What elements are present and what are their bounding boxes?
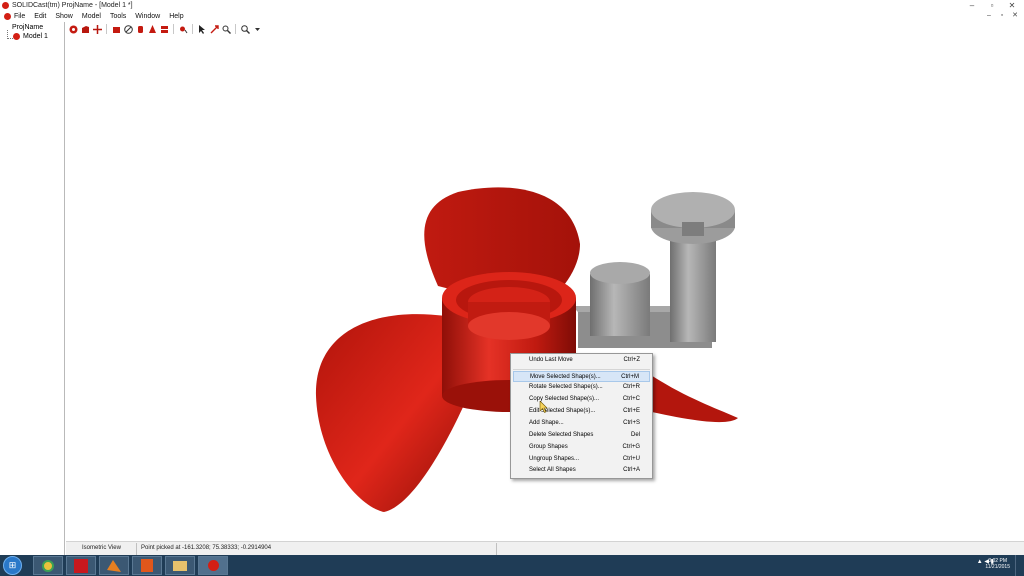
- dropdown-icon[interactable]: [252, 24, 262, 34]
- taskbar-explorer[interactable]: [165, 556, 195, 575]
- menu-edit[interactable]: Edit: [34, 12, 46, 21]
- taskbar-solidcast[interactable]: [198, 556, 228, 575]
- toolbar-separator: [235, 24, 236, 34]
- taskbar-app-orange[interactable]: [132, 556, 162, 575]
- toolbar-separator: [192, 24, 193, 34]
- riser-short-top: [590, 262, 650, 284]
- menu-item-shortcut: Ctrl+R: [622, 384, 640, 390]
- minimize-button[interactable]: –: [962, 0, 982, 11]
- doc-minimize-button[interactable]: –: [984, 11, 994, 21]
- riser-tall-body: [670, 232, 716, 342]
- status-point-picked: Point picked at -161.3208; 75.38333; -0.…: [141, 545, 272, 551]
- menu-item-move-selected[interactable]: Move Selected Shape(s)... Ctrl+M: [513, 371, 650, 382]
- menu-item-copy-selected[interactable]: Copy Selected Shape(s)... Ctrl+C: [513, 394, 650, 405]
- menu-item-add-shape[interactable]: Add Shape... Ctrl+S: [513, 418, 650, 429]
- menu-item-undo-last-move[interactable]: Undo Last Move Ctrl+Z: [513, 355, 650, 366]
- menu-item-label: Group Shapes: [529, 444, 568, 450]
- menu-model[interactable]: Model: [82, 12, 101, 21]
- rotate-icon[interactable]: [178, 24, 188, 34]
- crank-icon[interactable]: [159, 24, 169, 34]
- menu-item-shortcut: Ctrl+C: [622, 396, 640, 402]
- acrobat-icon: [74, 558, 88, 573]
- tree-node-model[interactable]: Model 1: [13, 33, 48, 40]
- chrome-icon: [42, 559, 54, 572]
- menu-item-shortcut: Ctrl+S: [623, 420, 640, 426]
- document-icon[interactable]: [4, 13, 11, 20]
- menu-item-label: Select All Shapes: [529, 467, 576, 473]
- document-window-controls: – ▫ ✕: [981, 11, 1020, 21]
- toolbar-separator: [173, 24, 174, 34]
- menu-item-shortcut: Ctrl+U: [622, 456, 640, 462]
- menu-file[interactable]: File: [14, 12, 25, 21]
- sphere-icon[interactable]: [123, 24, 133, 34]
- tree-node-label: Model 1: [23, 33, 48, 40]
- doc-restore-button[interactable]: ▫: [997, 11, 1007, 21]
- move-cross-icon[interactable]: [92, 24, 102, 34]
- menu-bar: File Edit Show Model Tools Window Help –…: [0, 11, 1024, 22]
- menu-item-label: Delete Selected Shapes: [529, 432, 594, 438]
- pan-icon[interactable]: [209, 24, 219, 34]
- toolbar: [66, 22, 1024, 36]
- cylinder-icon[interactable]: [135, 24, 145, 34]
- shaded-cube-icon[interactable]: [80, 24, 90, 34]
- zoom-window-icon[interactable]: [221, 24, 231, 34]
- menu-item-edit-selected[interactable]: Edit Selected Shape(s)... Ctrl+E: [513, 406, 650, 417]
- menu-item-delete-selected[interactable]: Delete Selected Shapes Del: [513, 430, 650, 441]
- menu-item-shortcut: Ctrl+G: [622, 444, 640, 450]
- folder-icon: [173, 560, 187, 571]
- clock-date: 11/21/2015: [985, 564, 1010, 570]
- model-view-icon[interactable]: [68, 24, 78, 34]
- menu-help[interactable]: Help: [169, 12, 183, 21]
- close-button[interactable]: ✕: [1002, 0, 1022, 11]
- taskbar: ⊞ ▲ ◀ ▮ 3:02 PM 11/21/2015: [0, 555, 1024, 576]
- menu-item-group-shapes[interactable]: Group Shapes Ctrl+G: [513, 442, 650, 453]
- riser-assembly: [572, 192, 735, 348]
- maximize-button[interactable]: ▫: [982, 0, 1002, 11]
- hub-bore-bottom: [468, 312, 550, 340]
- menu-window[interactable]: Window: [135, 12, 160, 21]
- zoom-icon[interactable]: [240, 24, 250, 34]
- menu-item-shortcut: Ctrl+Z: [623, 357, 641, 363]
- menu-item-label: Ungroup Shapes...: [529, 456, 580, 462]
- taskbar-matlab[interactable]: [99, 556, 129, 575]
- menu-item-label: Rotate Selected Shape(s)...: [529, 384, 603, 390]
- window-title: SOLIDCast(tm) ProjName - [Model 1 *]: [12, 2, 133, 9]
- window-controls: – ▫ ✕: [962, 0, 1022, 11]
- menu-show[interactable]: Show: [55, 12, 73, 21]
- show-desktop-button[interactable]: [1015, 555, 1024, 576]
- clock[interactable]: 3:02 PM 11/21/2015: [985, 558, 1010, 570]
- context-menu: Undo Last Move Ctrl+Z Move Selected Shap…: [510, 353, 653, 479]
- pick-icon[interactable]: [197, 24, 207, 34]
- status-bar: Isometric View Point picked at -161.3208…: [66, 541, 1024, 556]
- menu-item-select-all[interactable]: Select All Shapes Ctrl+A: [513, 465, 650, 476]
- app-orange-icon: [141, 559, 153, 572]
- menu-item-label: Add Shape...: [529, 420, 564, 426]
- status-separator: [496, 543, 497, 555]
- matlab-icon: [107, 559, 121, 572]
- cone-icon[interactable]: [147, 24, 157, 34]
- status-separator: [136, 543, 137, 555]
- riser-neck: [682, 222, 704, 236]
- menu-item-label: Undo Last Move: [529, 357, 573, 363]
- taskbar-chrome[interactable]: [33, 556, 63, 575]
- solidcast-icon: [207, 560, 219, 571]
- menu-item-shortcut: Del: [630, 432, 640, 438]
- menu-item-rotate-selected[interactable]: Rotate Selected Shape(s)... Ctrl+R: [513, 382, 650, 393]
- menu-tools[interactable]: Tools: [110, 12, 126, 21]
- menu-item-shortcut: Ctrl+A: [623, 467, 640, 473]
- model-icon: [13, 33, 20, 40]
- menu-item-ungroup-shapes[interactable]: Ungroup Shapes... Ctrl+U: [513, 454, 650, 465]
- menu-item-shortcut: Ctrl+E: [623, 408, 640, 414]
- tree-root-projname[interactable]: ProjName: [12, 24, 43, 31]
- taskbar-acrobat[interactable]: [66, 556, 96, 575]
- status-view-mode: Isometric View: [82, 545, 121, 551]
- mouse-cursor-icon: [539, 401, 548, 413]
- toolbar-separator: [106, 24, 107, 34]
- start-button[interactable]: ⊞: [3, 556, 22, 575]
- red-block-icon[interactable]: [111, 24, 121, 34]
- project-tree: ProjName Model 1: [0, 22, 65, 555]
- doc-close-button[interactable]: ✕: [1010, 11, 1020, 21]
- app-icon[interactable]: [2, 2, 9, 9]
- menu-separator: [513, 369, 650, 370]
